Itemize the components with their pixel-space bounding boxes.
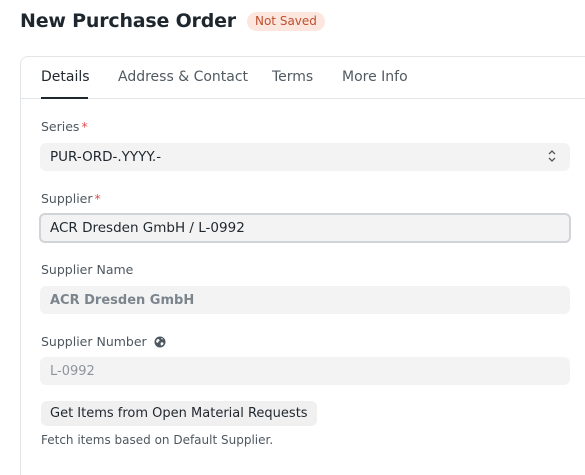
- get-items-from-material-requests-button[interactable]: Get Items from Open Material Requests: [41, 401, 317, 426]
- series-value: PUR-ORD-.YYYY.-: [50, 149, 162, 165]
- series-select[interactable]: PUR-ORD-.YYYY.-: [40, 143, 570, 171]
- tab-details[interactable]: Details: [41, 69, 90, 85]
- supplier-number-label: Supplier Number: [41, 334, 166, 349]
- supplier-name-label: Supplier Name: [41, 262, 134, 277]
- supplier-number-label-text: Supplier Number: [41, 334, 147, 349]
- supplier-name-field: ACR Dresden GmbH: [40, 286, 570, 314]
- series-label-text: Series: [41, 119, 80, 134]
- required-indicator: *: [81, 119, 88, 134]
- required-indicator: *: [94, 191, 101, 206]
- supplier-label: Supplier *: [41, 191, 101, 206]
- supplier-number-field: L-0992: [40, 357, 570, 385]
- status-badge: Not Saved: [246, 11, 325, 31]
- tab-bar: Details Address & Contact Terms More Inf…: [20, 56, 585, 100]
- globe-icon: [154, 336, 166, 348]
- series-label: Series *: [41, 119, 88, 134]
- get-items-help-text: Fetch items based on Default Supplier.: [41, 433, 274, 447]
- supplier-value: ACR Dresden GmbH / L-0992: [50, 220, 245, 236]
- tab-address-contact[interactable]: Address & Contact: [118, 69, 248, 85]
- supplier-number-value: L-0992: [50, 363, 95, 379]
- tab-more-info[interactable]: More Info: [342, 69, 408, 85]
- chevron-up-down-icon: [548, 150, 556, 162]
- select-arrows-icon: [548, 149, 556, 165]
- supplier-label-text: Supplier: [41, 191, 93, 206]
- page-title: New Purchase Order: [20, 10, 236, 32]
- supplier-input[interactable]: ACR Dresden GmbH / L-0992: [39, 213, 571, 243]
- page-header: New Purchase Order Not Saved: [20, 8, 325, 34]
- tab-terms[interactable]: Terms: [272, 69, 313, 85]
- active-tab-indicator: [41, 97, 88, 99]
- supplier-name-value: ACR Dresden GmbH: [50, 292, 195, 308]
